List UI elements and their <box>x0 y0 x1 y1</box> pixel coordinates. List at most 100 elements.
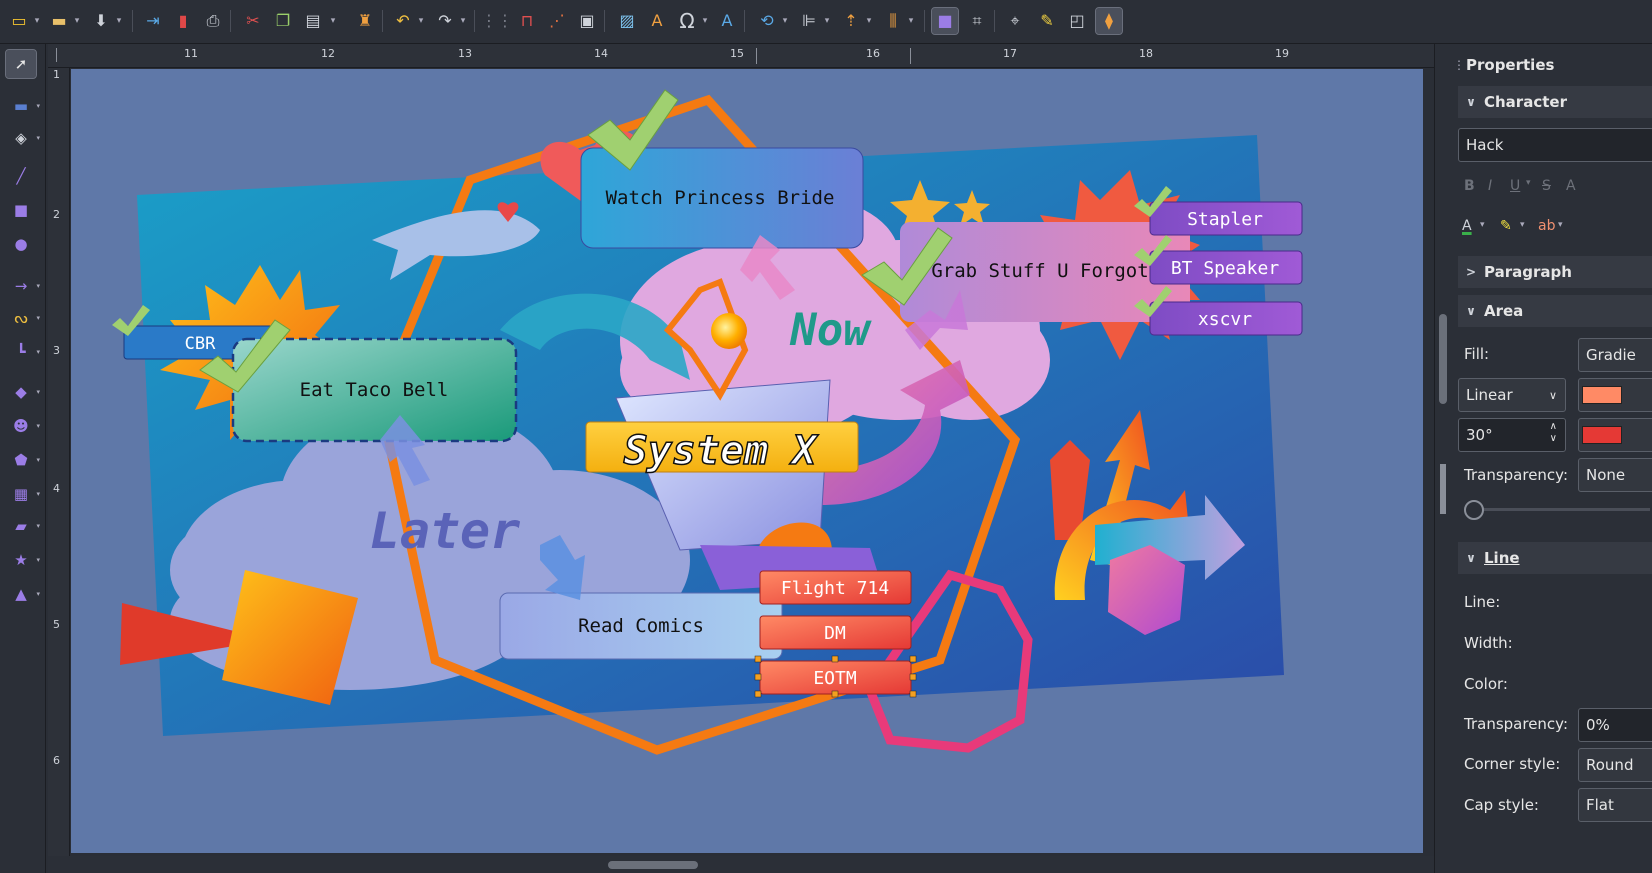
chevron-down-icon[interactable]: ▾ <box>906 8 916 34</box>
line-transparency-field[interactable]: 0% <box>1578 708 1652 742</box>
copy-icon[interactable]: ❐ <box>270 8 296 34</box>
vertical-ruler[interactable]: 1 2 3 4 5 6 <box>48 68 70 858</box>
sidebar-collapse-handle[interactable] <box>1440 464 1446 514</box>
scroll-thumb[interactable] <box>1439 314 1447 404</box>
gradient-from-color[interactable] <box>1578 378 1652 412</box>
undo-icon[interactable]: ↶ <box>390 8 416 34</box>
ruler-label: 17 <box>1003 47 1017 60</box>
paste-icon[interactable]: ▤ <box>300 8 326 34</box>
transform-icon[interactable]: ⟲ <box>754 8 780 34</box>
chevron-down-icon[interactable]: ▾ <box>72 8 82 34</box>
chevron-down-icon[interactable]: ▾ <box>822 8 832 34</box>
chevron-down-icon[interactable]: ▾ <box>1480 220 1485 230</box>
font-name-field[interactable]: Hack <box>1458 128 1652 162</box>
block-arrows-icon[interactable]: ⬟ ▾ <box>6 446 40 474</box>
redo-icon[interactable]: ↷ <box>432 8 458 34</box>
ruler-label: 18 <box>1139 47 1153 60</box>
horizontal-ruler[interactable]: 11 12 13 14 15 16 17 18 19 <box>48 44 1434 68</box>
grid-icon[interactable]: ⋮⋮ <box>481 8 513 34</box>
chevron-down-icon[interactable]: ▾ <box>114 8 124 34</box>
clone-formatting-icon[interactable]: ♜ <box>352 8 378 34</box>
chevron-down-icon[interactable]: ▾ <box>32 8 42 34</box>
export-pdf-icon[interactable]: ▮ <box>170 8 196 34</box>
chevron-down-icon[interactable]: ▾ <box>1558 220 1563 230</box>
highlight-color-icon[interactable]: ✎ <box>1500 218 1512 234</box>
chevron-down-icon[interactable]: ▾ <box>864 8 874 34</box>
transparency-slider-knob[interactable] <box>1464 500 1484 520</box>
glue-points-icon[interactable]: ◰ <box>1064 8 1090 34</box>
symbol-shapes-icon[interactable]: ☻ ▾ <box>6 412 40 440</box>
align-icon[interactable]: ⊫ <box>796 8 822 34</box>
scroll-thumb[interactable] <box>608 861 698 869</box>
cut-icon[interactable]: ✂ <box>240 8 266 34</box>
gradient-to-color[interactable] <box>1578 418 1652 452</box>
fill-color-icon[interactable]: ◈ ▾ <box>6 124 40 152</box>
highlight-icon[interactable]: ✎ <box>1034 8 1060 34</box>
points-icon[interactable]: ⌖ <box>1002 8 1028 34</box>
special-character-icon[interactable]: Ω <box>674 8 700 34</box>
export-icon[interactable]: ⇥ <box>140 8 166 34</box>
save-icon[interactable]: ⬇ <box>88 8 114 34</box>
shadow-text-icon[interactable]: A <box>1566 178 1576 194</box>
slide-drawing[interactable]: Watch Princess Bride Grab Stuff U Forgot… <box>71 69 1423 853</box>
curve-icon[interactable]: ᔓ ▾ <box>6 304 40 332</box>
text-icon[interactable]: A <box>714 8 740 34</box>
rectangle-icon[interactable]: ■ <box>6 196 36 224</box>
chevron-down-icon[interactable]: ▾ <box>1526 178 1531 188</box>
cap-style-select[interactable]: Flat <box>1578 788 1652 822</box>
drawing-canvas[interactable]: Watch Princess Bride Grab Stuff U Forgot… <box>71 69 1423 853</box>
chevron-down-icon[interactable]: ▾ <box>328 8 338 34</box>
distribute-icon[interactable]: ⫼ <box>880 8 906 34</box>
gradient-type-select[interactable]: Linear ∨ <box>1458 378 1566 412</box>
section-character[interactable]: ∨ Character <box>1458 86 1652 118</box>
chevron-down-icon[interactable]: ▾ <box>780 8 790 34</box>
snap-guide-icon[interactable]: ⊓ <box>514 8 540 34</box>
3d-objects-icon[interactable]: ▲ ▾ <box>6 580 40 608</box>
print-icon[interactable]: ⎙ <box>200 8 226 34</box>
ellipse-icon[interactable]: ● <box>6 230 36 258</box>
crop-icon[interactable]: ⌗ <box>964 8 990 34</box>
display-grid-icon[interactable]: ▣ <box>574 8 600 34</box>
line-icon[interactable]: ╱ <box>6 162 36 190</box>
vertical-scrollbar[interactable] <box>1434 44 1450 873</box>
grip-icon[interactable]: ⋮ <box>1453 58 1465 72</box>
gradient-angle-spinner[interactable]: 30° ∧ ∨ <box>1458 418 1566 452</box>
chevron-down-icon[interactable]: ▾ <box>700 8 710 34</box>
basic-shapes-icon[interactable]: ◆ ▾ <box>6 378 40 406</box>
horizontal-scrollbar[interactable] <box>48 856 1434 873</box>
character-spacing-icon[interactable]: ab <box>1538 218 1555 234</box>
corner-style-select[interactable]: Round <box>1578 748 1652 782</box>
chevron-down-icon[interactable]: ▾ <box>1520 220 1525 230</box>
strikethrough-icon[interactable]: S <box>1542 178 1551 194</box>
extrusion-icon[interactable]: ⧫ <box>1095 7 1123 35</box>
italic-icon[interactable]: I <box>1488 178 1492 194</box>
select-icon[interactable]: ➚ <box>5 49 37 79</box>
open-icon[interactable]: ▬ <box>46 8 72 34</box>
bold-icon[interactable]: B <box>1464 178 1475 194</box>
section-line[interactable]: ∨ Line <box>1458 542 1652 574</box>
new-document-icon[interactable]: ▭ <box>6 8 32 34</box>
section-area[interactable]: ∨ Area <box>1458 295 1652 327</box>
line-color-icon[interactable]: ▬ ▾ <box>6 92 40 120</box>
transparency-slider-track[interactable] <box>1470 508 1650 511</box>
ruler-origin-marker <box>56 48 57 62</box>
flowchart-icon[interactable]: ▦ ▾ <box>6 480 40 508</box>
image-icon[interactable]: ▨ <box>614 8 640 34</box>
callout-icon[interactable]: ▰ ▾ <box>6 512 40 540</box>
helplines-icon[interactable]: ⋰ <box>544 8 570 34</box>
spin-arrows-icon[interactable]: ∧ ∨ <box>1550 421 1557 445</box>
font-color-icon[interactable]: A <box>1462 218 1472 234</box>
fontwork-icon[interactable]: A <box>644 8 670 34</box>
arrange-icon[interactable]: ⇡ <box>838 8 864 34</box>
section-paragraph[interactable]: > Paragraph <box>1458 256 1652 288</box>
area-transparency-select[interactable]: None <box>1578 458 1652 492</box>
ruler-label: 12 <box>321 47 335 60</box>
connector-icon[interactable]: ┗ ▾ <box>6 338 40 366</box>
arrow-line-icon[interactable]: → ▾ <box>6 272 40 300</box>
fill-type-select[interactable]: Gradie <box>1578 338 1652 372</box>
stars-icon[interactable]: ★ ▾ <box>6 546 40 574</box>
shadow-icon[interactable]: ■ <box>931 7 959 35</box>
chevron-down-icon[interactable]: ▾ <box>458 8 468 34</box>
underline-icon[interactable]: U <box>1510 178 1520 194</box>
chevron-down-icon[interactable]: ▾ <box>416 8 426 34</box>
